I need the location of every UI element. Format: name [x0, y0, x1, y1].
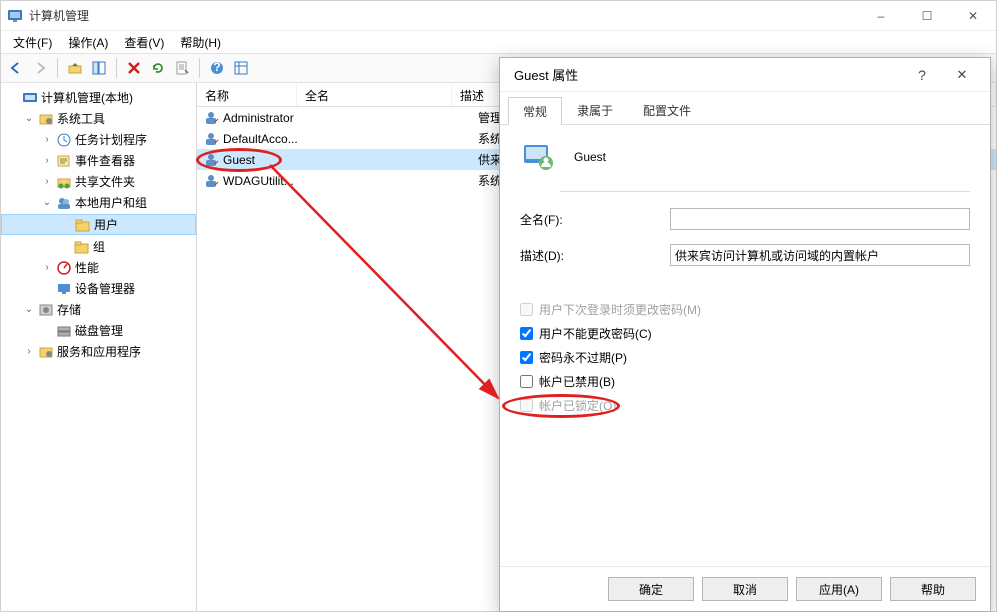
nav-tree: 计算机管理(本地) ⌄系统工具 ›任务计划程序 ›事件查看器 ›共享文件夹 ⌄本… [1, 83, 197, 611]
menu-help[interactable]: 帮助(H) [174, 32, 227, 53]
divider [560, 191, 970, 192]
menu-action[interactable]: 操作(A) [62, 32, 114, 53]
tree-services-apps[interactable]: ›服务和应用程序 [1, 342, 196, 361]
menu-file[interactable]: 文件(F) [7, 32, 58, 53]
maximize-button[interactable]: ☐ [904, 1, 950, 31]
description-label: 描述(D): [520, 247, 670, 264]
guest-properties-dialog: Guest 属性 ? ✕ 常规 隶属于 配置文件 Guest 全名(F): 描述… [499, 57, 991, 612]
up-folder-button[interactable] [64, 57, 86, 79]
user-icon [203, 152, 219, 168]
delete-button[interactable] [123, 57, 145, 79]
checkbox-must-change-password: 用户下次登录时须更改密码(M) [520, 301, 970, 318]
help-button[interactable]: ? [206, 57, 228, 79]
dialog-tabs: 常规 隶属于 配置文件 [500, 92, 990, 125]
show-hide-tree-button[interactable] [88, 57, 110, 79]
user-icon [203, 131, 219, 147]
details-view-button[interactable] [230, 57, 252, 79]
dialog-title: Guest 属性 [514, 65, 902, 84]
minimize-button[interactable]: – [858, 1, 904, 31]
checkbox-account-disabled[interactable]: 帐户已禁用(B) [520, 373, 970, 390]
dialog-help-button[interactable]: ? [902, 67, 942, 83]
tree-disk-management[interactable]: 磁盘管理 [1, 321, 196, 340]
forward-button[interactable] [29, 57, 51, 79]
tree-storage[interactable]: ⌄存储 [1, 300, 196, 319]
window-title: 计算机管理 [29, 7, 858, 24]
tree-performance[interactable]: ›性能 [1, 258, 196, 277]
tree-local-users-groups[interactable]: ⌄本地用户和组 [1, 193, 196, 212]
cancel-button[interactable]: 取消 [702, 577, 788, 601]
user-icon [203, 110, 219, 126]
tree-groups[interactable]: 组 [1, 237, 196, 256]
ok-button[interactable]: 确定 [608, 577, 694, 601]
dialog-buttons: 确定 取消 应用(A) 帮助 [500, 566, 990, 611]
tree-task-scheduler[interactable]: ›任务计划程序 [1, 130, 196, 149]
checkbox-cannot-change-password[interactable]: 用户不能更改密码(C) [520, 325, 970, 342]
svg-text:?: ? [213, 61, 220, 74]
close-button[interactable]: ✕ [950, 1, 996, 31]
apply-button[interactable]: 应用(A) [796, 577, 882, 601]
refresh-button[interactable] [147, 57, 169, 79]
tree-users[interactable]: 用户 [1, 214, 196, 235]
dialog-titlebar: Guest 属性 ? ✕ [500, 58, 990, 92]
tab-general[interactable]: 常规 [508, 97, 562, 125]
tree-shared-folders[interactable]: ›共享文件夹 [1, 172, 196, 191]
account-name: Guest [574, 150, 970, 164]
fullname-input[interactable] [670, 208, 970, 230]
tab-profile[interactable]: 配置文件 [628, 96, 706, 124]
dialog-close-button[interactable]: ✕ [942, 67, 982, 83]
app-icon [7, 8, 23, 24]
tab-member-of[interactable]: 隶属于 [562, 96, 628, 124]
dialog-body: Guest 全名(F): 描述(D): 用户下次登录时须更改密码(M) 用户不能… [500, 125, 990, 566]
tree-device-manager[interactable]: 设备管理器 [1, 279, 196, 298]
back-button[interactable] [5, 57, 27, 79]
tree-event-viewer[interactable]: ›事件查看器 [1, 151, 196, 170]
fullname-label: 全名(F): [520, 211, 670, 228]
export-list-button[interactable] [171, 57, 193, 79]
dialog-help-button[interactable]: 帮助 [890, 577, 976, 601]
checkbox-password-never-expires[interactable]: 密码永不过期(P) [520, 349, 970, 366]
account-icon [520, 139, 556, 175]
menubar: 文件(F) 操作(A) 查看(V) 帮助(H) [1, 31, 996, 53]
description-input[interactable] [670, 244, 970, 266]
user-icon [203, 173, 219, 189]
menu-view[interactable]: 查看(V) [118, 32, 170, 53]
tree-system-tools[interactable]: ⌄系统工具 [1, 109, 196, 128]
col-name[interactable]: 名称 [197, 83, 297, 106]
titlebar: 计算机管理 – ☐ ✕ [1, 1, 996, 31]
checkbox-account-locked: 帐户已锁定(O) [520, 397, 970, 414]
col-fullname[interactable]: 全名 [297, 83, 452, 106]
tree-root[interactable]: 计算机管理(本地) [1, 88, 196, 107]
